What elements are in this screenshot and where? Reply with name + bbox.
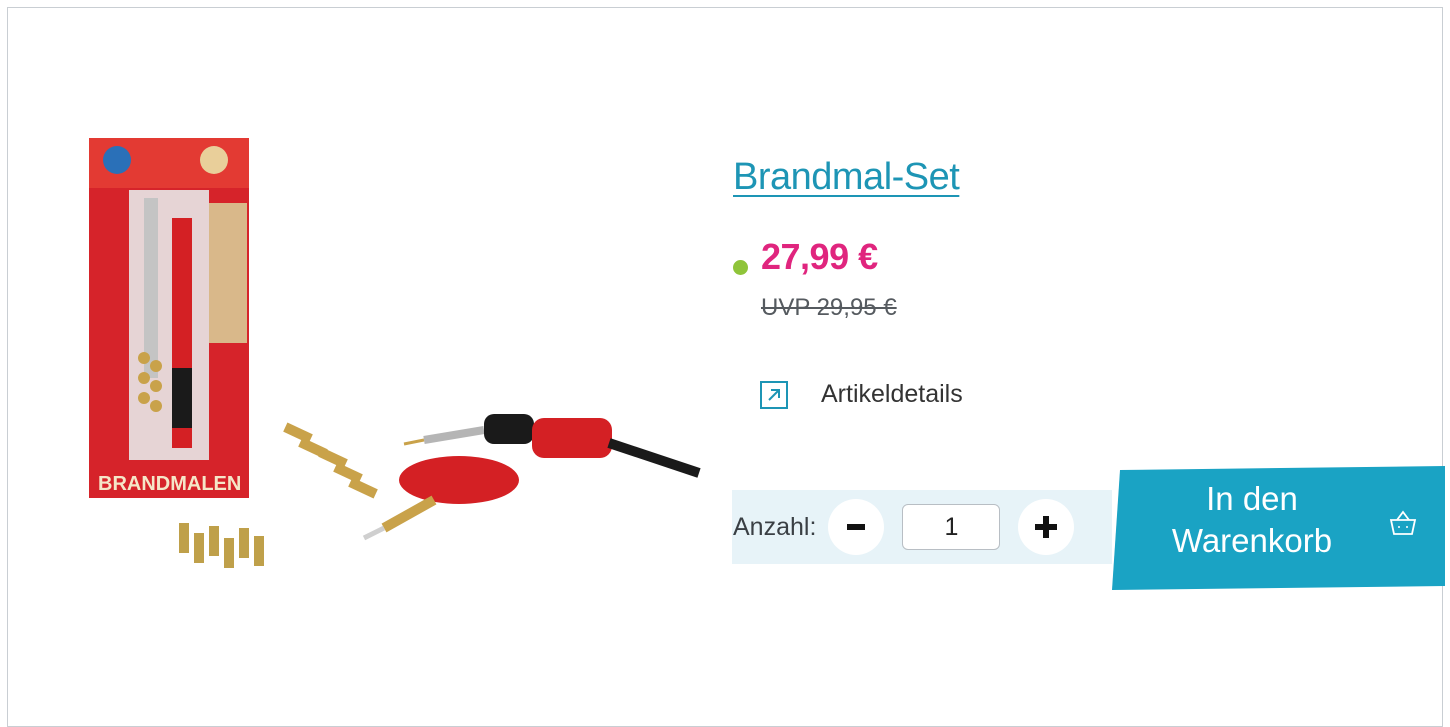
- article-details-link[interactable]: Artikeldetails: [760, 380, 963, 409]
- quantity-decrease-button[interactable]: [828, 499, 885, 555]
- quantity-label: Anzahl:: [733, 512, 817, 541]
- article-details-label: Artikeldetails: [821, 380, 963, 408]
- minus-icon: [847, 524, 866, 530]
- product-illustration: BRANDMALEN: [89, 138, 701, 568]
- external-link-arrow-icon: [760, 380, 788, 409]
- product-title-link[interactable]: Brandmal-Set: [733, 156, 960, 199]
- product-price: 27,99 €: [761, 236, 878, 277]
- product-uvp: UVP 29,95 €: [761, 294, 897, 321]
- add-to-cart-label: In den Warenkorb: [1171, 480, 1333, 559]
- plus-icon: [1035, 516, 1058, 538]
- product-card: BRANDMALEN Brandmal-Set 27,99 € UVP 29,9…: [7, 7, 1445, 727]
- box-brand-text: BRANDMALEN: [98, 473, 241, 495]
- stock-indicator-icon: [733, 260, 748, 275]
- quantity-increase-button[interactable]: [1018, 499, 1075, 555]
- quantity-stepper: Anzahl:: [732, 490, 1112, 564]
- basket-icon: [1389, 510, 1417, 535]
- add-to-cart-button[interactable]: In den Warenkorb: [1112, 466, 1445, 590]
- quantity-input[interactable]: [902, 504, 1001, 550]
- product-image[interactable]: BRANDMALEN: [84, 128, 704, 608]
